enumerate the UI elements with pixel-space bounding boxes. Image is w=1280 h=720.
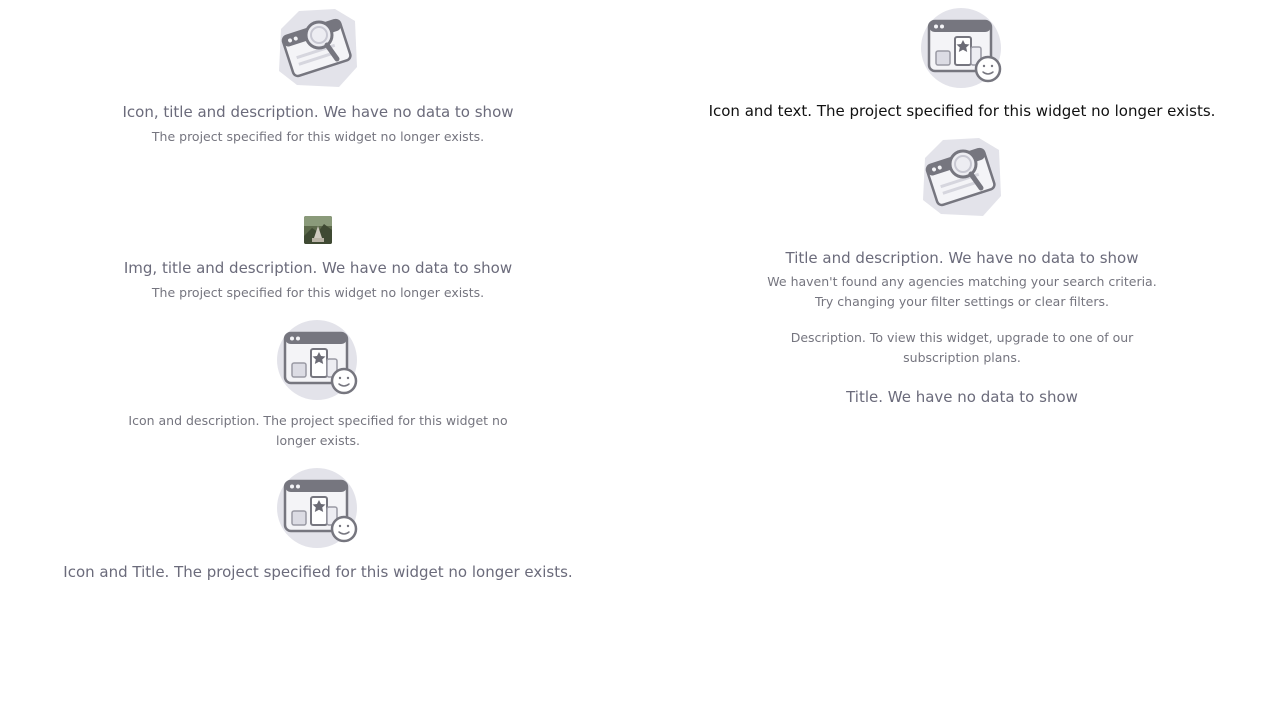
widget-description: We haven't found any agencies matching y… [767, 274, 1157, 309]
favorites-window-icon [277, 467, 359, 549]
widget-title: Icon and Title. The project specified fo… [63, 563, 573, 581]
favorites-window-icon [921, 7, 1003, 89]
widget-description: Icon and description. The project specif… [128, 413, 508, 448]
widget-title: Img, title and description. We have no d… [123, 259, 513, 277]
widget-title: Icon, title and description. We have no … [122, 103, 514, 121]
search-document-icon [277, 7, 359, 89]
search-document-icon [921, 136, 1003, 218]
widget-text: Icon and text. The project specified for… [708, 102, 1216, 120]
widget-description: The project specified for this widget no… [151, 285, 485, 300]
widget-title: Title. We have no data to show [846, 388, 1078, 406]
favorites-window-icon [277, 319, 359, 401]
landscape-thumbnail [304, 216, 332, 244]
widget-description: The project specified for this widget no… [151, 129, 485, 144]
widget-description: Description. To view this widget, upgrad… [790, 330, 1134, 365]
widget-title: Title and description. We have no data t… [785, 249, 1139, 267]
